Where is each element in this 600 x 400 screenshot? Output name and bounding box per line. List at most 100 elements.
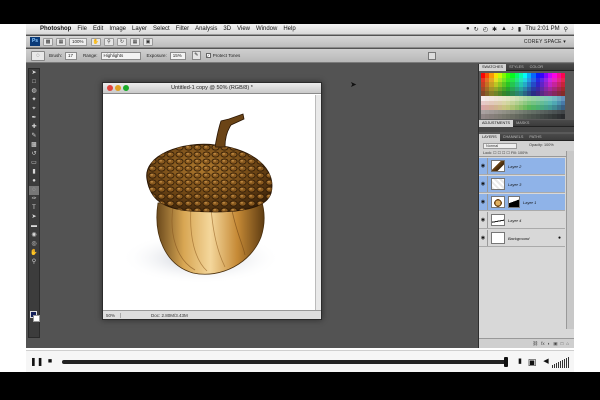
layer-row-layer-2[interactable]: ◉ Layer 2 [479, 158, 565, 175]
sync-icon[interactable]: ↻ [474, 26, 479, 33]
skip-icon[interactable]: ▮ [514, 356, 526, 368]
layer-name[interactable]: Layer 1 [523, 200, 536, 205]
healing-tool-icon[interactable]: ✚ [29, 123, 39, 132]
trash-icon[interactable]: ⌂ [566, 341, 569, 346]
add-mask-icon[interactable]: ▣ [553, 341, 557, 347]
tab-swatches[interactable]: SWATCHES [479, 63, 507, 71]
path-select-tool-icon[interactable]: ➤ [29, 213, 39, 222]
workspace-switcher[interactable]: COREY SPACE ▾ [524, 39, 566, 45]
layer-visibility-eye-icon[interactable]: ◉ [479, 194, 488, 210]
arrange-documents-icon[interactable]: ▦ [130, 37, 140, 46]
tab-masks[interactable]: MASKS [513, 120, 532, 127]
fullscreen-icon[interactable]: ▣ [526, 356, 538, 368]
swatch-cell[interactable] [560, 114, 565, 119]
pen-tool-icon[interactable]: ✑ [29, 195, 39, 204]
layer-visibility-eye-icon[interactable]: ◉ [479, 230, 488, 246]
menu-layer[interactable]: Layer [132, 26, 147, 32]
stop-icon[interactable]: ■ [44, 356, 56, 368]
tab-styles[interactable]: STYLES [506, 64, 527, 71]
link-layers-icon[interactable]: ⛓ [532, 341, 538, 347]
volume-slider[interactable] [552, 356, 570, 368]
menu-edit[interactable]: Edit [93, 26, 103, 32]
tab-paths[interactable]: PATHS [526, 134, 544, 141]
tab-adjustments[interactable]: ADJUSTMENTS [479, 119, 514, 127]
layer-row-layer-3[interactable]: ◉ Layer 3 [479, 176, 565, 193]
zoom-tool-icon[interactable]: ⚲ [104, 37, 114, 46]
layers-scrollbar[interactable] [566, 151, 574, 329]
menu-app-name[interactable]: Photoshop [40, 26, 71, 32]
eyedropper-tool-icon[interactable]: ✒ [29, 114, 39, 123]
document-canvas[interactable] [103, 95, 315, 310]
pause-icon[interactable]: ❚❚ [30, 356, 43, 368]
menu-select[interactable]: Select [153, 26, 170, 32]
wifi-icon[interactable]: ▲ [501, 26, 507, 32]
clone-stamp-tool-icon[interactable]: ▩ [29, 141, 39, 150]
paw-icon[interactable]: ● [466, 26, 470, 32]
menu-filter[interactable]: Filter [176, 26, 189, 32]
layer-name[interactable]: Background [508, 236, 529, 241]
layer-style-icon[interactable]: fx [541, 341, 545, 346]
protect-tones-checkbox[interactable]: ✓ [205, 53, 211, 58]
seek-knob[interactable] [504, 357, 508, 367]
battery-icon[interactable]: ▮ [518, 26, 521, 33]
crop-tool-icon[interactable]: ⌖ [29, 105, 39, 114]
blend-mode-select[interactable]: Normal [483, 143, 517, 149]
layer-visibility-eye-icon[interactable]: ◉ [479, 212, 488, 228]
clock-icon[interactable]: ◴ [483, 26, 488, 33]
document-titlebar[interactable]: Untitled-1 copy @ 50% (RGB/8) * [103, 83, 321, 94]
screen-mode-icon[interactable]: ▣ [143, 37, 153, 46]
bridge-icon[interactable]: ▩ [43, 37, 53, 46]
close-icon[interactable] [107, 85, 113, 91]
menu-analysis[interactable]: Analysis [195, 26, 217, 32]
zoom-level-select[interactable]: 100% [69, 37, 87, 46]
layer-name[interactable]: Layer 2 [508, 164, 521, 169]
history-brush-tool-icon[interactable]: ↺ [29, 150, 39, 159]
document-size-info[interactable]: Doc: 2.80M/3.43M [121, 313, 188, 318]
lock-fill-row[interactable]: Lock: ☐ ☐ ☐ ☐ Fill: 100% [483, 150, 528, 155]
shape-tool-icon[interactable]: ▬ [29, 222, 39, 231]
hand-tool-icon[interactable]: ✋ [91, 37, 101, 46]
tool-preset-icon[interactable]: ◌ [31, 50, 45, 61]
photoshop-logo-icon[interactable]: Ps [30, 37, 40, 46]
rotate-view-icon[interactable]: ↻ [117, 37, 127, 46]
spotlight-icon[interactable]: ⚲ [564, 26, 568, 33]
menu-3d[interactable]: 3D [223, 26, 231, 32]
layer-name[interactable]: Layer 3 [508, 182, 521, 187]
type-tool-icon[interactable]: T [29, 204, 39, 213]
menu-view[interactable]: View [237, 26, 250, 32]
new-layer-icon[interactable]: □ [561, 341, 564, 346]
bluetooth-icon[interactable]: ✱ [492, 26, 497, 33]
layer-visibility-eye-icon[interactable]: ◉ [479, 158, 488, 174]
3d-rotate-tool-icon[interactable]: ◉ [29, 231, 39, 240]
background-color-swatch[interactable] [33, 315, 40, 322]
hand-tool-icon[interactable]: ✋ [29, 249, 39, 258]
menu-image[interactable]: Image [109, 26, 126, 32]
speaker-icon[interactable]: ◀ [540, 356, 552, 368]
document-vertical-scrollbar[interactable] [315, 95, 321, 310]
dodge-tool-icon[interactable]: ◌ [29, 186, 39, 195]
lasso-tool-icon[interactable]: ◍ [29, 87, 39, 96]
eraser-tool-icon[interactable]: ▭ [29, 159, 39, 168]
menu-help[interactable]: Help [283, 26, 295, 32]
3d-orbit-tool-icon[interactable]: ◎ [29, 240, 39, 249]
range-select[interactable]: Highlights [100, 51, 141, 60]
seek-bar[interactable] [62, 357, 508, 367]
gradient-tool-icon[interactable]: ▮ [29, 168, 39, 177]
airbrush-icon[interactable]: ✎ [191, 51, 201, 60]
exposure-field[interactable]: 15% [169, 51, 186, 60]
tab-channels[interactable]: CHANNELS [500, 134, 527, 141]
tab-layers[interactable]: LAYERS [479, 133, 500, 141]
volume-icon[interactable]: ♪ [511, 26, 514, 32]
layer-row-background[interactable]: ◉ Background ● [479, 230, 565, 247]
marquee-tool-icon[interactable]: □ [29, 78, 39, 87]
brush-size-picker[interactable]: 17 [65, 51, 78, 60]
tab-color[interactable]: COLOR [527, 64, 547, 71]
layer-name[interactable]: Layer 4 [508, 218, 521, 223]
blur-tool-icon[interactable]: ● [29, 177, 39, 186]
document-zoom-field[interactable]: 50% [103, 312, 121, 318]
menubar-clock[interactable]: Thu 2:01 PM [525, 26, 559, 32]
menu-file[interactable]: File [77, 26, 87, 32]
layer-row-layer-1[interactable]: ◉ Layer 1 [479, 194, 565, 211]
brush-tool-icon[interactable]: ✎ [29, 132, 39, 141]
zoom-icon[interactable] [123, 85, 129, 91]
